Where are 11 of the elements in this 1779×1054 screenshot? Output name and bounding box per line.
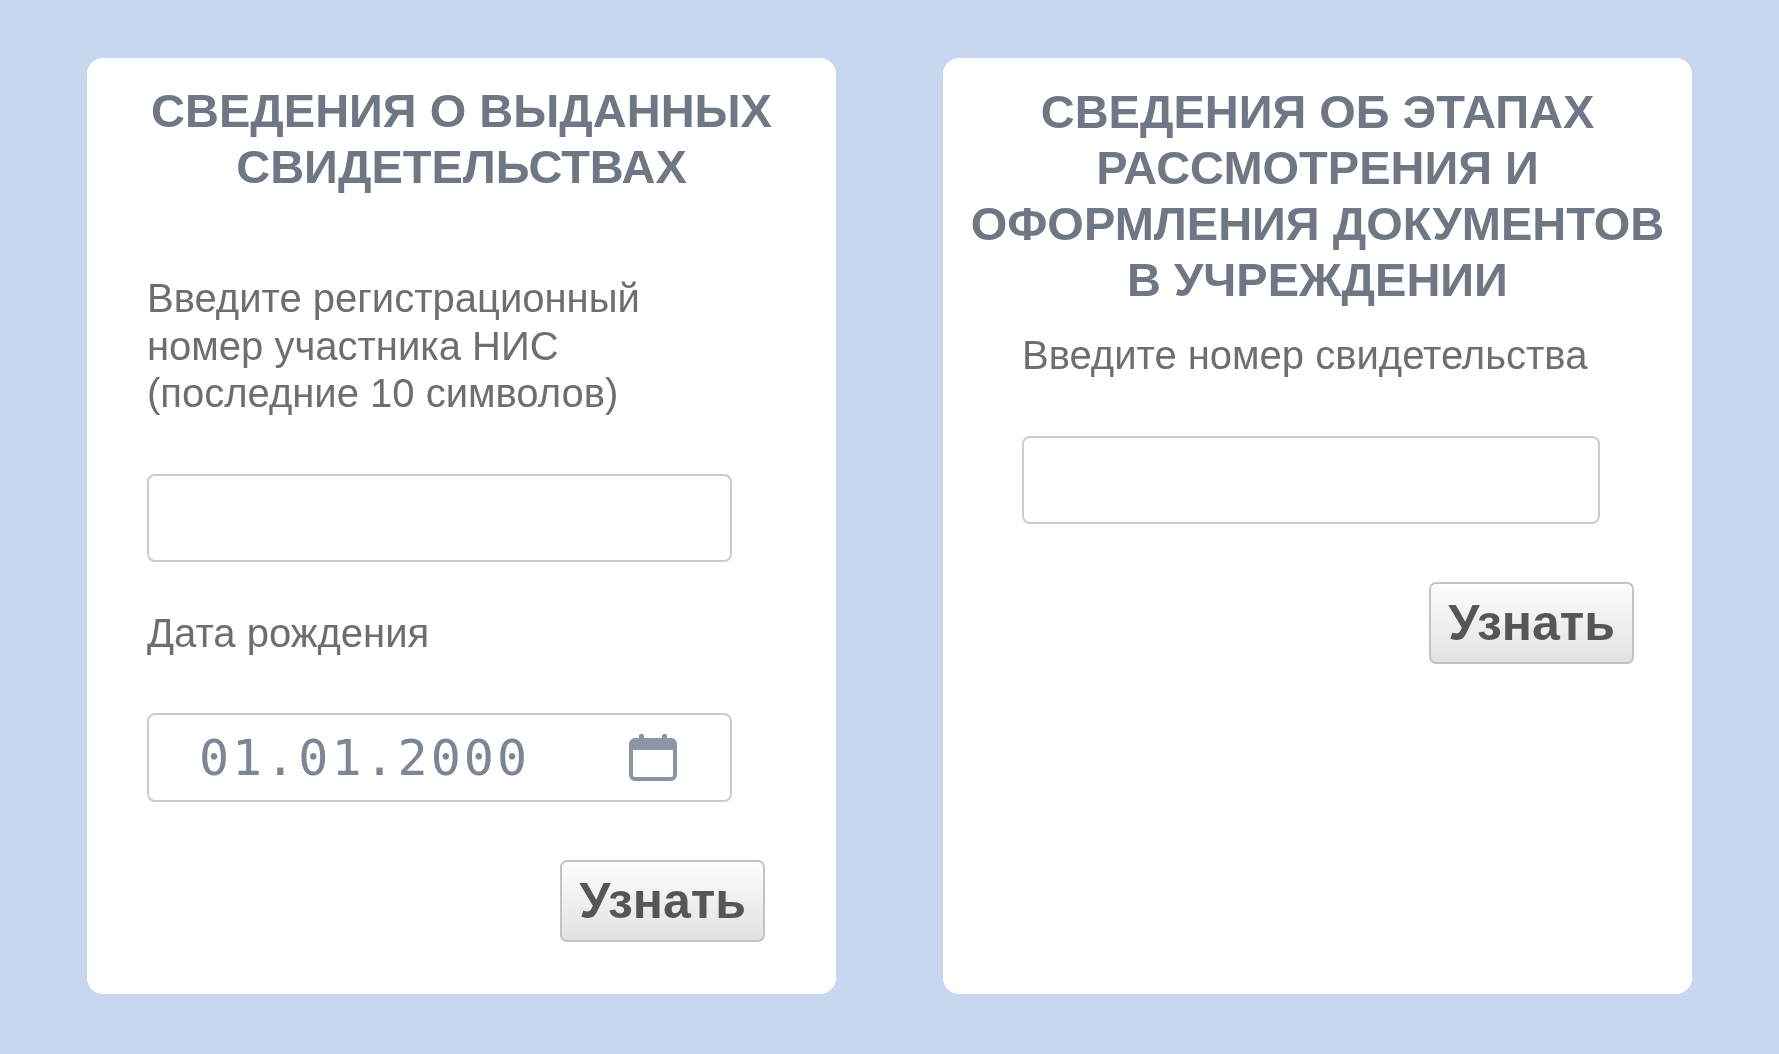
panel-title: СВЕДЕНИЯ О ВЫДАННЫХ СВИДЕТЕЛЬСТВАХ (150, 83, 773, 195)
input-field[interactable] (147, 473, 732, 562)
field-label: Введите регистрационный номер участника НИС (последние 10 символов) (147, 275, 641, 417)
date-field[interactable]: 01.01.2000 (147, 713, 732, 802)
panel-title: СВЕДЕНИЯ ОБ ЭТАПАХ РАССМОТРЕНИЯ И ОФОРМЛЕНИЯ ДОКУМЕНТОВ В УЧРЕЖДЕНИИ (969, 84, 1666, 308)
field-label: Дата рождения (147, 609, 431, 657)
input-field[interactable] (1022, 435, 1600, 524)
submit-button[interactable]: Узнать (1429, 581, 1634, 664)
submit-button[interactable]: Узнать (560, 860, 765, 942)
calendar-icon[interactable] (629, 734, 677, 781)
field-label: Введите номер свидетельства (1022, 332, 1589, 379)
